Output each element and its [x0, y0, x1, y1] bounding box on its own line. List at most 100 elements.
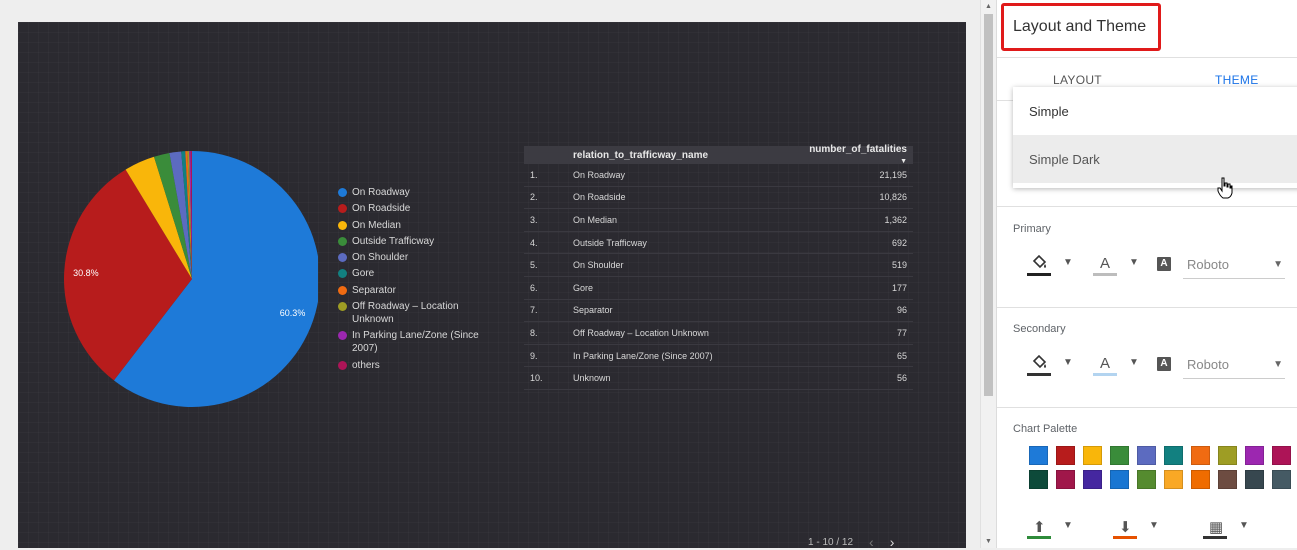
palette-swatch[interactable] [1218, 446, 1237, 465]
palette-swatch[interactable] [1272, 470, 1291, 489]
table-row[interactable]: 9. In Parking Lane/Zone (Since 2007) 65 [524, 345, 913, 368]
row-name: Separator [573, 305, 613, 316]
chevron-down-icon: ▼ [1129, 257, 1139, 268]
row-value: 77 [896, 327, 907, 338]
palette-swatch[interactable] [1245, 470, 1264, 489]
row-index: 4. [530, 237, 538, 248]
grid-button[interactable]: ▦ ▼ [1203, 514, 1255, 544]
primary-text-color-button[interactable]: A ▼ [1093, 251, 1145, 281]
legend-item[interactable]: On Shoulder [338, 251, 498, 264]
hand-cursor-icon [1217, 177, 1233, 204]
theme-option-simple-dark[interactable]: Simple Dark [1013, 135, 1297, 183]
legend-item[interactable]: Separator [338, 284, 498, 297]
legend-item[interactable]: On Roadway [338, 186, 498, 199]
palette-swatch[interactable] [1191, 470, 1210, 489]
table-row[interactable]: 6. Gore 177 [524, 277, 913, 300]
palette-swatch[interactable] [1245, 446, 1264, 465]
palette-swatch[interactable] [1164, 446, 1183, 465]
table-row[interactable]: 3. On Median 1,362 [524, 209, 913, 232]
row-index: 9. [530, 350, 538, 361]
table-row[interactable]: 8. Off Roadway – Location Unknown 77 [524, 322, 913, 345]
primary-fill-button[interactable]: ▼ [1027, 251, 1079, 281]
palette-swatch[interactable] [1164, 470, 1183, 489]
legend-label: Separator [352, 284, 396, 296]
layout-theme-panel: Layout and Theme LAYOUT THEME Primary ▼ … [996, 0, 1297, 548]
tab-layout[interactable]: LAYOUT [1053, 73, 1102, 87]
legend-item[interactable]: others [338, 359, 498, 372]
upload-icon: ⬆ [1033, 519, 1046, 536]
chevron-down-icon: ▼ [1063, 520, 1073, 531]
pie-data-label: 30.8% [73, 268, 99, 278]
row-index: 7. [530, 305, 538, 316]
palette-swatch[interactable] [1056, 446, 1075, 465]
legend-item[interactable]: In Parking Lane/Zone (Since 2007) [338, 329, 498, 355]
table-row[interactable]: 10. Unknown 56 [524, 367, 913, 390]
row-index: 8. [530, 327, 538, 338]
palette-swatch[interactable] [1083, 446, 1102, 465]
row-name: Gore [573, 282, 594, 293]
download-palette-button[interactable]: ⬇ ▼ [1113, 514, 1165, 544]
legend-swatch [338, 253, 347, 263]
palette-swatch[interactable] [1110, 470, 1129, 489]
tab-theme[interactable]: THEME [1215, 73, 1259, 87]
scroll-thumb[interactable] [984, 14, 993, 396]
table-row[interactable]: 4. Outside Trafficway 692 [524, 232, 913, 255]
row-name: Off Roadway – Location Unknown [573, 327, 709, 338]
palette-swatch[interactable] [1137, 446, 1156, 465]
fill-color-bar [1027, 373, 1051, 376]
palette-swatch[interactable] [1191, 446, 1210, 465]
row-name: On Shoulder [573, 260, 624, 271]
palette-swatch[interactable] [1056, 470, 1075, 489]
legend-swatch [338, 360, 347, 370]
palette-tools-row: ⬆ ▼ ⬇ ▼ ▦ ▼ [1013, 514, 1293, 544]
divider [997, 307, 1297, 308]
text-color-bar [1093, 273, 1117, 276]
chevron-down-icon: ▼ [1063, 357, 1073, 368]
palette-swatch[interactable] [1029, 470, 1048, 489]
row-index: 5. [530, 260, 538, 271]
data-table[interactable]: relation_to_trafficway_name number_of_fa… [524, 144, 913, 390]
legend-item[interactable]: On Roadside [338, 202, 498, 215]
download-icon: ⬇ [1119, 519, 1132, 536]
palette-swatch[interactable] [1272, 446, 1291, 465]
text-color-icon: A [1100, 355, 1111, 372]
legend-item[interactable]: Off Roadway – Location Unknown [338, 300, 498, 326]
pie-chart[interactable]: 60.3% 30.8% [18, 22, 318, 548]
table-row[interactable]: 5. On Shoulder 519 [524, 254, 913, 277]
pie-legend: On Roadway On Roadside On Median Outside Tr… [338, 186, 498, 375]
table-row[interactable]: 2. On Roadside 10,826 [524, 187, 913, 210]
chevron-down-icon: ▼ [1273, 359, 1283, 370]
legend-label: Off Roadway – Location Unknown [352, 301, 459, 326]
palette-swatch[interactable] [1029, 446, 1048, 465]
palette-swatch[interactable] [1083, 470, 1102, 489]
text-color-icon: A [1100, 255, 1111, 272]
palette-swatch[interactable] [1218, 470, 1237, 489]
chart-palette [1029, 446, 1291, 489]
table-row[interactable]: 7. Separator 96 [524, 300, 913, 323]
legend-item[interactable]: Outside Trafficway [338, 235, 498, 248]
row-index: 1. [530, 169, 538, 180]
legend-swatch [338, 269, 347, 279]
row-index: 10. [530, 373, 543, 384]
chart-palette-label: Chart Palette [1013, 423, 1078, 435]
divider [997, 407, 1297, 408]
legend-label: Outside Trafficway [352, 235, 435, 247]
column-header-name[interactable]: relation_to_trafficway_name [573, 150, 803, 161]
primary-font-select[interactable]: Roboto ▼ [1183, 253, 1285, 279]
secondary-fill-button[interactable]: ▼ [1027, 351, 1079, 381]
table-row[interactable]: 1. On Roadway 21,195 [524, 164, 913, 187]
column-header-value[interactable]: number_of_fatalities ▼ [803, 144, 913, 166]
legend-item[interactable]: On Median [338, 219, 498, 232]
theme-option-simple[interactable]: Simple [1013, 87, 1297, 135]
secondary-font-select[interactable]: Roboto ▼ [1183, 353, 1285, 379]
scroll-up-icon[interactable]: ▲ [985, 3, 992, 10]
legend-item[interactable]: Gore [338, 267, 498, 280]
secondary-text-color-button[interactable]: A ▼ [1093, 351, 1145, 381]
canvas-scrollbar[interactable]: ▲ ▼ [980, 0, 996, 548]
palette-swatch[interactable] [1110, 446, 1129, 465]
upload-palette-button[interactable]: ⬆ ▼ [1027, 514, 1079, 544]
palette-swatch[interactable] [1137, 470, 1156, 489]
row-value: 10,826 [879, 192, 907, 203]
theme-dropdown[interactable]: Simple Simple Dark [1013, 87, 1297, 188]
scroll-down-icon[interactable]: ▼ [985, 538, 992, 545]
